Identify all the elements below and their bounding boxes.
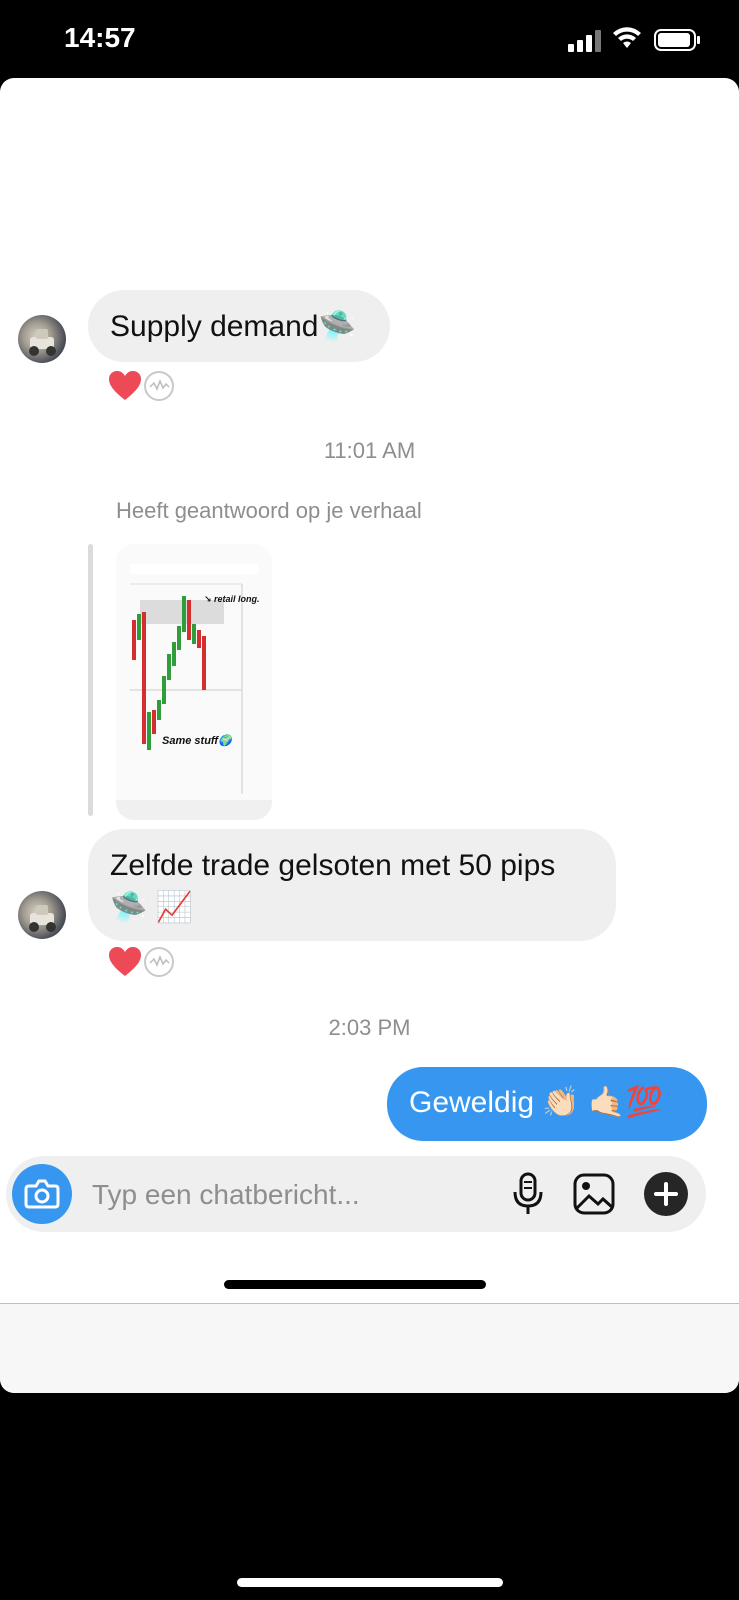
timestamp: 11:01 AM bbox=[323, 438, 416, 463]
microphone-icon[interactable] bbox=[510, 1172, 546, 1216]
timestamp: 2:03 PM bbox=[328, 1015, 411, 1040]
chart-annotation-bottom: Same stuff🌍 bbox=[162, 734, 234, 747]
status-time: 14:57 bbox=[64, 22, 136, 53]
message-reactions[interactable] bbox=[108, 946, 178, 980]
plus-circle-icon[interactable] bbox=[644, 1172, 688, 1216]
reaction-avatar-icon bbox=[144, 371, 174, 401]
chart-annotation-top: ↘ retail long. bbox=[204, 594, 260, 604]
message-text: Geweldig 👏🏻 🤙🏻💯 bbox=[409, 1086, 663, 1119]
outgoing-message[interactable]: Geweldig 👏🏻 🤙🏻💯 bbox=[387, 1067, 707, 1141]
story-reply-label: Heeft geantwoord op je verhaal bbox=[116, 498, 422, 523]
avatar[interactable] bbox=[18, 315, 66, 363]
camera-button[interactable] bbox=[12, 1164, 72, 1224]
bottom-area bbox=[0, 1304, 739, 1393]
image-icon[interactable] bbox=[572, 1172, 616, 1216]
avatar-photo bbox=[29, 329, 56, 356]
message-composer bbox=[6, 1156, 706, 1232]
trading-chart-image: ↘ retail long. Same stuff🌍 bbox=[116, 544, 272, 820]
wifi-icon bbox=[613, 27, 641, 48]
story-thumbnail[interactable]: ↘ retail long. Same stuff🌍 bbox=[116, 544, 272, 820]
incoming-message[interactable]: Zelfde trade gelsoten met 50 pips 🛸 📈 bbox=[88, 829, 616, 941]
camera-icon bbox=[24, 1179, 60, 1209]
chat-screen: Supply demand🛸 11:01 AM Heeft geantwoord… bbox=[0, 78, 739, 1393]
battery-icon bbox=[654, 29, 700, 51]
home-indicator bbox=[224, 1280, 486, 1289]
message-text-line: Zelfde trade gelsoten met 50 pips bbox=[110, 849, 556, 882]
heart-icon bbox=[109, 947, 141, 976]
avatar[interactable] bbox=[18, 891, 66, 939]
story-reply-bar bbox=[88, 544, 93, 816]
device-home-indicator bbox=[237, 1578, 503, 1587]
reaction-avatar-icon bbox=[144, 947, 174, 977]
incoming-message[interactable]: Supply demand🛸 bbox=[88, 290, 390, 362]
cellular-signal-icon bbox=[568, 30, 601, 52]
status-bar: 14:57 bbox=[0, 0, 739, 78]
message-reactions[interactable] bbox=[108, 370, 178, 404]
message-input[interactable] bbox=[90, 1174, 474, 1216]
heart-icon bbox=[109, 371, 141, 400]
message-text: Supply demand🛸 bbox=[110, 310, 356, 343]
avatar-photo bbox=[29, 905, 56, 932]
message-text-line: 🛸 📈 bbox=[110, 891, 194, 924]
